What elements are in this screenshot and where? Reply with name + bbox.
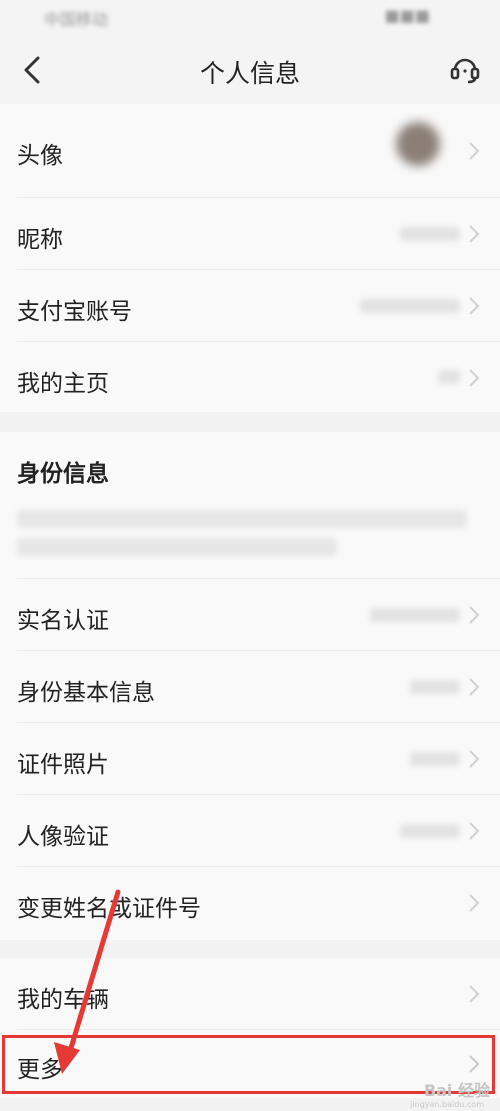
- watermark-url: jingyan.baidu.com: [410, 1100, 484, 1109]
- red-arrow-icon: [54, 889, 121, 1074]
- watermark-logo: Bai 经验: [423, 1081, 490, 1100]
